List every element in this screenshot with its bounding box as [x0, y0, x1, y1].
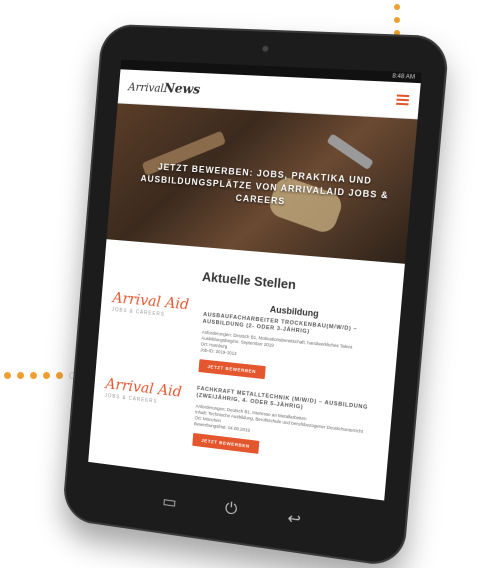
apply-button[interactable]: JETZT BEWERBEN: [192, 432, 259, 454]
job-details: FACHKRAFT METALLTECHNIK (M/W/D) – AUSBIL…: [187, 385, 380, 468]
company-logo: Arrival Aid JOBS & CAREERS: [101, 375, 191, 445]
job-card: Arrival Aid JOBS & CAREERS Ausbildung AU…: [107, 289, 388, 392]
hamburger-icon[interactable]: [396, 94, 410, 106]
hero-text: JETZT BEWERBEN: JOBS, PRAKTIKA UND AUSBI…: [140, 161, 390, 207]
job-listings: Aktuelle Stellen Arrival Aid JOBS & CARE…: [88, 239, 405, 501]
tablet-screen: 8:48 AM ArrivalNews JETZT BEWERBEN: JOBS…: [88, 59, 422, 501]
camera-icon: [262, 45, 269, 52]
hero-banner: JETZT BEWERBEN: JOBS, PRAKTIKA UND AUSBI…: [106, 103, 418, 264]
apply-button[interactable]: JETZT BEWERBEN: [198, 359, 266, 380]
tablet-bezel: 8:48 AM ArrivalNews JETZT BEWERBEN: JOBS…: [61, 23, 450, 568]
job-details: Ausbildung AUSBAUFACHARBEITER TROCKENBAU…: [193, 297, 388, 391]
logo-brand: News: [163, 80, 201, 98]
power-icon[interactable]: ⏻: [216, 499, 246, 523]
back-icon[interactable]: ↩: [279, 507, 310, 531]
decorative-dot: [17, 372, 24, 379]
job-card: Arrival Aid JOBS & CAREERS FACHKRAFT MET…: [101, 375, 380, 469]
decorative-dot: [4, 372, 11, 379]
tool-image: [326, 133, 374, 171]
recent-apps-icon[interactable]: ▭: [155, 490, 185, 513]
site-logo[interactable]: ArrivalNews: [128, 79, 201, 97]
company-logo: Arrival Aid JOBS & CAREERS: [107, 289, 199, 372]
decorative-dot: [394, 4, 400, 10]
status-time: 8:48 AM: [392, 73, 416, 81]
logo-prefix: Arrival: [127, 79, 165, 95]
tablet-device: 8:48 AM ArrivalNews JETZT BEWERBEN: JOBS…: [26, 20, 450, 568]
device-nav-bar: ▭ ⏻ ↩: [155, 490, 310, 531]
